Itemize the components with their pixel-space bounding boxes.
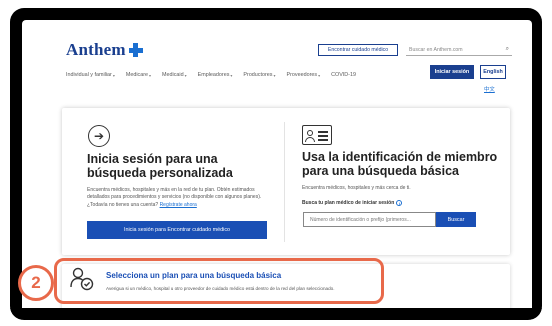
- plan-highlight-outline: [54, 258, 384, 304]
- chevron-down-icon: ▾: [273, 72, 276, 78]
- chevron-down-icon: ▾: [149, 72, 152, 78]
- step-number-badge: 2: [18, 265, 54, 301]
- nav-item-label: Proveedores: [286, 72, 318, 78]
- nav-item-label: Individual y familiar: [66, 72, 112, 78]
- anthem-logo[interactable]: Anthem: [66, 40, 143, 60]
- english-language-button[interactable]: English: [480, 65, 506, 79]
- login-arrow-icon: ➔: [88, 125, 110, 147]
- blue-cross-icon: [128, 43, 143, 57]
- nav-item-label: Productores: [243, 72, 273, 78]
- member-id-search-button[interactable]: Buscar: [436, 212, 476, 227]
- plan-search-description: Averigua si un médico, hospital u otro p…: [106, 286, 335, 291]
- site-search-input[interactable]: Buscar en Anthem.com ⌕: [406, 44, 512, 56]
- id-panel-description: Encuentra médicos, hospitales y más cerc…: [302, 185, 411, 191]
- nav-item[interactable]: Empleadores ▾: [198, 72, 233, 78]
- main-nav: Individual y familiar ▾ Medicare ▾ Medicaid ▾…: [66, 72, 356, 78]
- info-icon[interactable]: i: [396, 200, 403, 206]
- nav-item-label: Medicaid: [162, 72, 184, 78]
- plan-search-title[interactable]: Selecciona un plan para una búsqueda bás…: [106, 271, 281, 280]
- search-options-card: ➔ Inicia sesión para una búsqueda person…: [62, 108, 510, 255]
- nav-item[interactable]: Medicaid ▾: [162, 72, 187, 78]
- chinese-language-link[interactable]: 中文: [484, 85, 495, 93]
- login-button[interactable]: Iniciar sesión: [430, 65, 474, 79]
- member-id-input[interactable]: Número de identificación o prefijo (prim…: [303, 212, 436, 227]
- logo-text: Anthem: [66, 40, 126, 59]
- nav-item[interactable]: Productores ▾: [243, 72, 275, 78]
- member-id-card-icon: [302, 125, 332, 145]
- register-link[interactable]: Regístrate ahora: [160, 202, 197, 208]
- person-check-icon: [70, 267, 94, 291]
- chevron-down-icon: ▾: [318, 72, 321, 78]
- chevron-down-icon: ▾: [184, 72, 187, 78]
- nav-item-label: Medicare: [125, 72, 149, 78]
- find-doctor-button[interactable]: Encontrar cuidado médico: [318, 44, 398, 56]
- search-placeholder: Buscar en Anthem.com: [409, 46, 463, 53]
- member-id-placeholder: Número de identificación o prefijo (prim…: [310, 216, 411, 223]
- nav-item[interactable]: COVID-19: [331, 72, 356, 78]
- chevron-down-icon: ▾: [112, 72, 115, 78]
- nav-item-label: Empleadores: [197, 72, 230, 78]
- id-field-label: Busca tu plan médico de iniciar sesión i: [302, 200, 403, 206]
- login-panel-description: Encuentra médicos, hospitales y más en l…: [87, 187, 272, 209]
- nav-item[interactable]: Individual y familiar ▾: [66, 72, 115, 78]
- nav-item[interactable]: Proveedores ▾: [287, 72, 321, 78]
- nav-item-label: COVID-19: [331, 72, 356, 78]
- login-find-care-button[interactable]: Inicia sesión para Encontrar cuidado méd…: [87, 221, 267, 239]
- search-icon[interactable]: ⌕: [506, 46, 509, 53]
- id-panel-title: Usa la identificación de miembro para un…: [302, 150, 498, 178]
- id-field-label-text: Busca tu plan médico de iniciar sesión: [302, 200, 395, 206]
- nav-item[interactable]: Medicare ▾: [126, 72, 151, 78]
- chevron-down-icon: ▾: [230, 72, 233, 78]
- column-divider: [284, 122, 285, 242]
- login-panel-title: Inicia sesión para una búsqueda personal…: [87, 152, 233, 180]
- device-frame-bottom: [10, 308, 542, 320]
